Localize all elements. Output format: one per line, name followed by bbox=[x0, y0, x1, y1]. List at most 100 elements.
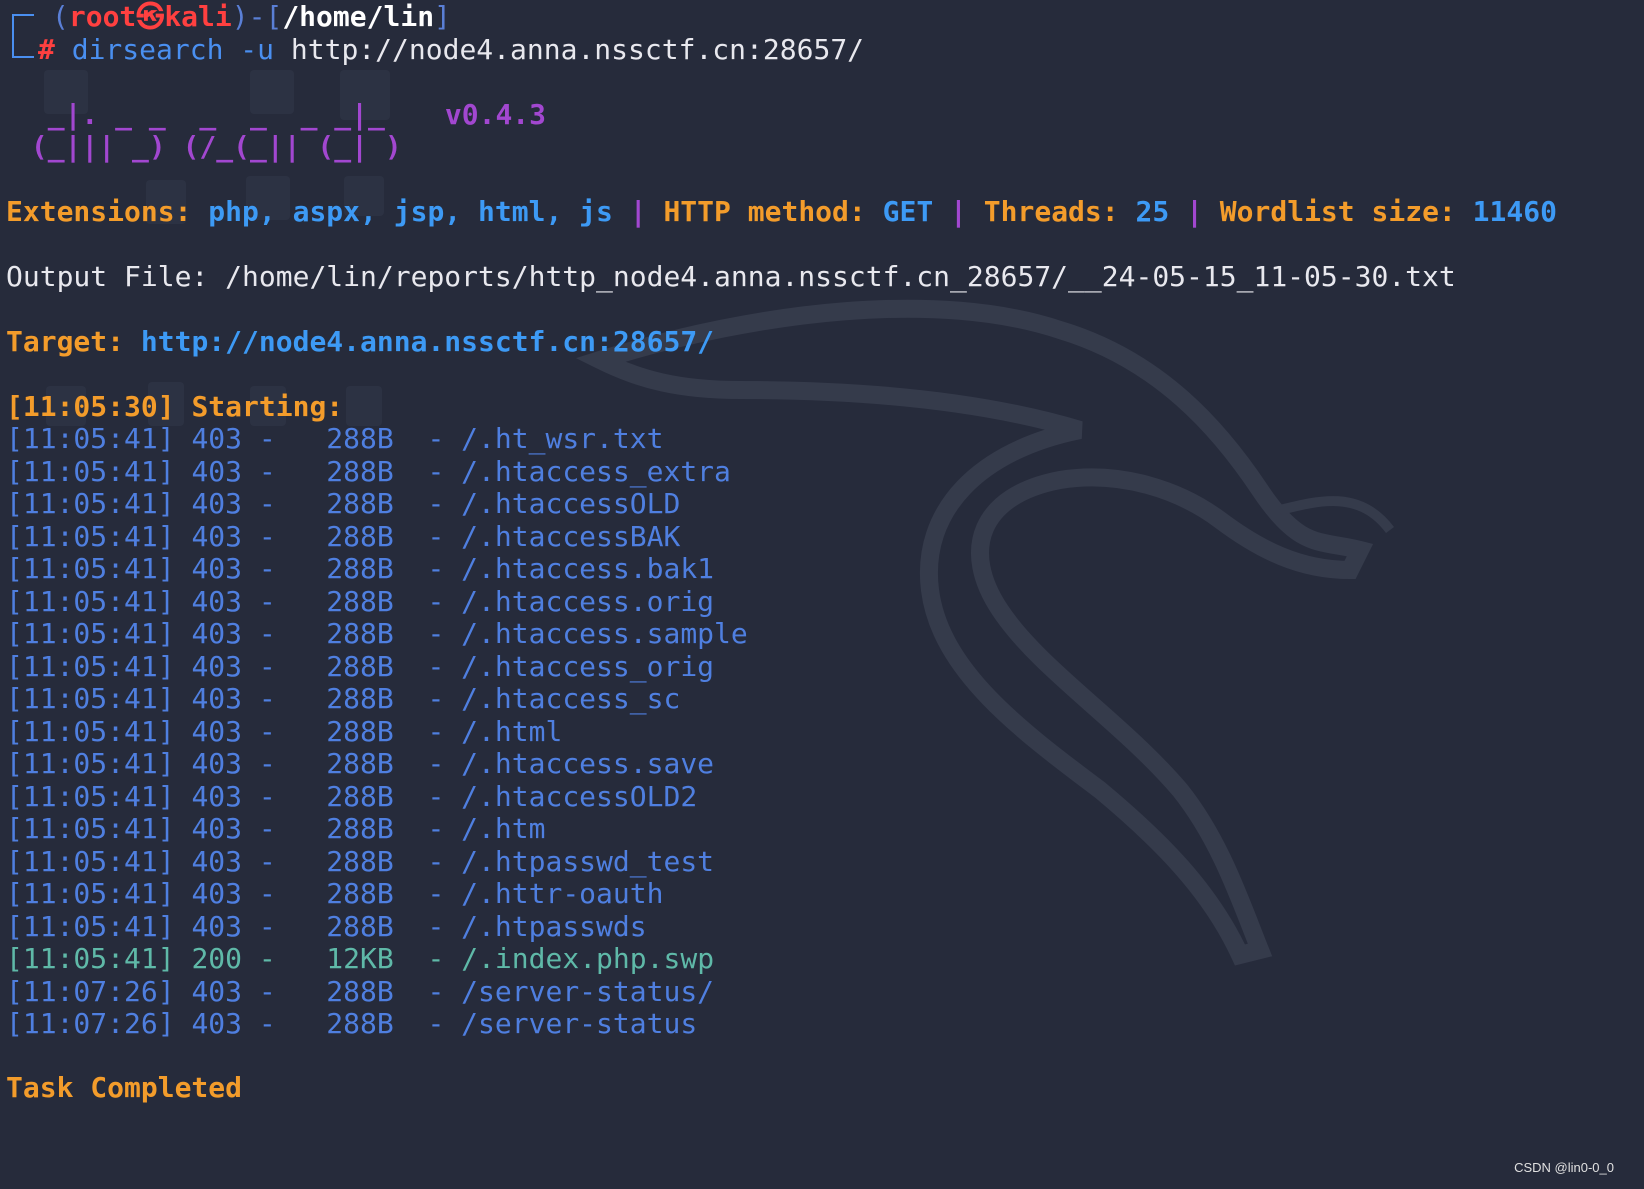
starting-time: [11:05:30] bbox=[6, 390, 175, 423]
result-size: 288B bbox=[326, 812, 394, 845]
separator: | bbox=[629, 195, 647, 228]
result-status: 403 bbox=[191, 519, 243, 553]
credit-watermark: CSDN @lin0-0_0 bbox=[1514, 1160, 1614, 1175]
result-row: [11:05:41] 403 - 288B - /.htaccess.sampl… bbox=[6, 617, 748, 650]
result-row: [11:05:41] 403 - 288B - /.htaccess.save bbox=[6, 747, 715, 780]
result-row: [11:05:41] 403 - 288B - /.htpasswds bbox=[6, 909, 647, 943]
result-size: 288B bbox=[326, 519, 394, 553]
result-path: /.htaccess_extra bbox=[461, 454, 731, 488]
method-label: HTTP method: bbox=[663, 195, 866, 228]
result-size: 288B bbox=[326, 454, 394, 488]
result-status: 403 bbox=[191, 617, 243, 650]
result-row: [11:05:41] 403 - 288B - /.htaccessBAK bbox=[6, 519, 681, 553]
result-size: 288B bbox=[326, 584, 394, 618]
result-time: [11:05:41] bbox=[6, 844, 175, 878]
command-flag: -u bbox=[240, 33, 275, 66]
result-row: [11:05:41] 403 - 288B - /.httr-oauth bbox=[6, 877, 664, 910]
threads-label: Threads: bbox=[983, 195, 1119, 228]
result-status: 403 bbox=[191, 779, 243, 813]
result-status: 403 bbox=[191, 714, 243, 748]
result-size: 288B bbox=[326, 617, 394, 650]
result-size: 288B bbox=[326, 1007, 394, 1040]
result-path: /.htaccessOLD2 bbox=[461, 779, 698, 813]
result-path: /.htaccess_sc bbox=[461, 682, 681, 715]
target-value: http://node4.anna.nssctf.cn:28657/ bbox=[140, 325, 715, 358]
result-size: 288B bbox=[326, 844, 394, 878]
result-size: 288B bbox=[326, 714, 394, 748]
result-status: 403 bbox=[191, 649, 243, 683]
banner-logo-line1: _|. _ _ _ _ _ _|_ v0.4.3 bbox=[14, 98, 546, 132]
result-row: [11:07:26] 403 - 288B - /server-status/ bbox=[6, 974, 715, 1008]
starting-line: [11:05:30] Starting: bbox=[6, 390, 343, 424]
result-status: 403 bbox=[191, 454, 243, 488]
result-size: 288B bbox=[326, 877, 394, 910]
result-time: [11:05:41] bbox=[6, 422, 175, 455]
extensions-label: Extensions: bbox=[6, 195, 192, 228]
output-file-line: Output File: /home/lin/reports/http_node… bbox=[6, 260, 1456, 294]
result-row: [11:05:41] 200 - 12KB - /.index.php.swp bbox=[6, 942, 715, 975]
result-time: [11:05:41] bbox=[6, 617, 175, 650]
result-time: [11:05:41] bbox=[6, 942, 175, 975]
result-path: /.htpasswds bbox=[461, 909, 647, 943]
wordlist-value: 11460 bbox=[1472, 195, 1557, 228]
result-path: /server-status/ bbox=[461, 974, 715, 1008]
result-path: /.htaccess.bak1 bbox=[461, 552, 715, 585]
result-size: 288B bbox=[326, 422, 394, 455]
result-status: 403 bbox=[191, 552, 243, 585]
result-row: [11:05:41] 403 - 288B - /.htaccess_orig bbox=[6, 649, 715, 683]
extensions-value: php, aspx, jsp, html, js bbox=[208, 195, 613, 228]
result-row: [11:05:41] 403 - 288B - /.htaccess.bak1 bbox=[6, 552, 715, 585]
result-row: [11:05:41] 403 - 288B - /.htaccessOLD bbox=[6, 487, 681, 520]
command-url: http://node4.anna.nssctf.cn:28657/ bbox=[290, 33, 865, 66]
result-size: 288B bbox=[326, 747, 394, 780]
prompt-frame bbox=[12, 14, 34, 58]
output-file-value: /home/lin/reports/http_node4.anna.nssctf… bbox=[225, 260, 1456, 293]
result-path: /.htaccess.save bbox=[461, 747, 715, 780]
prompt-symbol: # bbox=[38, 33, 55, 66]
result-status: 403 bbox=[191, 422, 243, 455]
threads-value: 25 bbox=[1135, 195, 1170, 228]
result-size: 12KB bbox=[309, 942, 394, 975]
result-status: 403 bbox=[191, 584, 243, 618]
result-row: [11:05:41] 403 - 288B - /.htaccess_extra bbox=[6, 454, 731, 488]
result-path: /.htaccess.orig bbox=[461, 584, 715, 618]
result-size: 288B bbox=[326, 974, 394, 1008]
result-path: /.htm bbox=[461, 812, 546, 845]
result-status: 403 bbox=[191, 682, 243, 715]
result-status: 403 bbox=[191, 1007, 243, 1040]
result-time: [11:05:41] bbox=[6, 519, 175, 553]
result-size: 288B bbox=[326, 649, 394, 683]
result-row: [11:05:41] 403 - 288B - /.htpasswd_test bbox=[6, 844, 715, 878]
result-time: [11:05:41] bbox=[6, 552, 175, 585]
wordlist-label: Wordlist size: bbox=[1219, 195, 1456, 228]
prompt-path: /home/lin bbox=[282, 0, 435, 33]
separator: | bbox=[1186, 195, 1203, 228]
result-time: [11:05:41] bbox=[6, 649, 175, 683]
result-time: [11:07:26] bbox=[6, 1007, 175, 1040]
method-value: GET bbox=[882, 195, 934, 228]
result-status: 403 bbox=[191, 844, 243, 878]
result-path: /.htaccess_orig bbox=[461, 649, 715, 683]
result-time: [11:05:41] bbox=[6, 747, 175, 780]
result-status: 403 bbox=[191, 487, 243, 520]
ghost-desktop-icon bbox=[346, 386, 382, 426]
result-row: [11:05:41] 403 - 288B - /.htaccessOLD2 bbox=[6, 779, 698, 813]
result-time: [11:07:26] bbox=[6, 974, 175, 1008]
command-line[interactable]: # dirsearch -u http://node4.anna.nssctf.… bbox=[38, 33, 864, 67]
result-status: 403 bbox=[191, 812, 243, 845]
result-time: [11:05:41] bbox=[6, 909, 175, 943]
result-row: [11:05:41] 403 - 288B - /.htaccess.orig bbox=[6, 584, 715, 618]
target-label: Target: bbox=[6, 325, 125, 358]
terminal-window[interactable]: (root㉿kali)-[/home/lin] # dirsearch -u h… bbox=[0, 0, 1644, 1189]
result-size: 288B bbox=[326, 552, 394, 585]
result-size: 288B bbox=[326, 487, 394, 520]
version-label: v0.4.3 bbox=[444, 98, 547, 131]
result-time: [11:05:41] bbox=[6, 812, 175, 845]
separator: | bbox=[950, 195, 967, 228]
result-row: [11:05:41] 403 - 288B - /.htm bbox=[6, 812, 546, 845]
banner-logo-line2: (_||| _) (/_(_|| (_| ) bbox=[14, 130, 402, 164]
result-time: [11:05:41] bbox=[6, 714, 175, 748]
command-name: dirsearch bbox=[71, 33, 224, 66]
result-time: [11:05:41] bbox=[6, 682, 175, 715]
result-row: [11:07:26] 403 - 288B - /server-status bbox=[6, 1007, 698, 1040]
